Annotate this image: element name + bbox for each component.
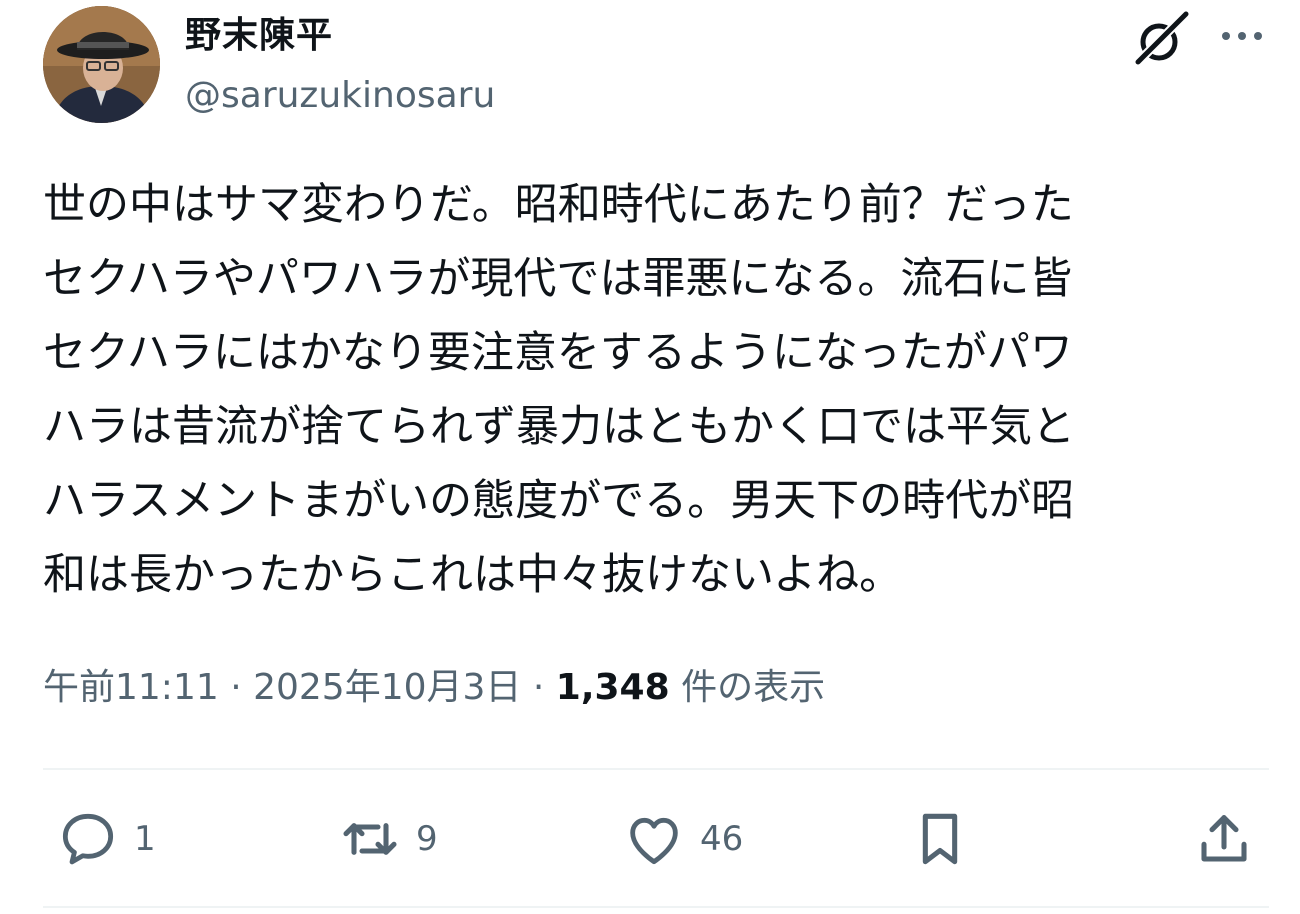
reply-count: 1 — [134, 819, 156, 859]
grok-icon — [1130, 10, 1192, 74]
avatar[interactable] — [43, 6, 160, 123]
like-icon — [622, 807, 686, 871]
share-icon — [1192, 807, 1256, 871]
retweet-count: 9 — [416, 819, 438, 859]
like-button[interactable]: 46 — [622, 806, 743, 872]
bookmark-button[interactable] — [908, 806, 972, 872]
tweet-date[interactable]: 2025年10月3日 — [253, 667, 521, 708]
share-button[interactable] — [1192, 806, 1256, 872]
views-label: 件の表示 — [681, 667, 826, 708]
retweet-button[interactable]: 9 — [338, 806, 438, 872]
more-icon — [1212, 32, 1272, 64]
tweet: 野末陳平 @saruzukinosaru 世の中はサマ変わりだ。昭和時代にあたり… — [0, 0, 1300, 914]
divider — [43, 768, 1269, 770]
tweet-time[interactable]: 午前11:11 — [43, 667, 219, 708]
divider — [43, 906, 1269, 908]
views-count: 1,348 — [555, 667, 670, 708]
grok-button[interactable] — [1130, 8, 1192, 70]
like-count: 46 — [700, 819, 744, 859]
tweet-meta: 午前11:11 · 2025年10月3日 · 1,348 件の表示 — [43, 660, 825, 716]
tweet-text: 世の中はサマ変わりだ。昭和時代にあたり前？だった セクハラやパワハラが現代では罪… — [43, 180, 1075, 600]
meta-separator: · — [521, 667, 556, 708]
more-options-button[interactable] — [1212, 12, 1272, 60]
reply-button[interactable]: 1 — [56, 806, 156, 872]
reply-icon — [56, 807, 120, 871]
meta-separator: · — [218, 667, 254, 708]
display-name[interactable]: 野末陳平 — [185, 12, 333, 60]
retweet-icon — [338, 807, 402, 871]
bookmark-icon — [908, 807, 972, 871]
user-handle[interactable]: @saruzukinosaru — [185, 72, 495, 120]
